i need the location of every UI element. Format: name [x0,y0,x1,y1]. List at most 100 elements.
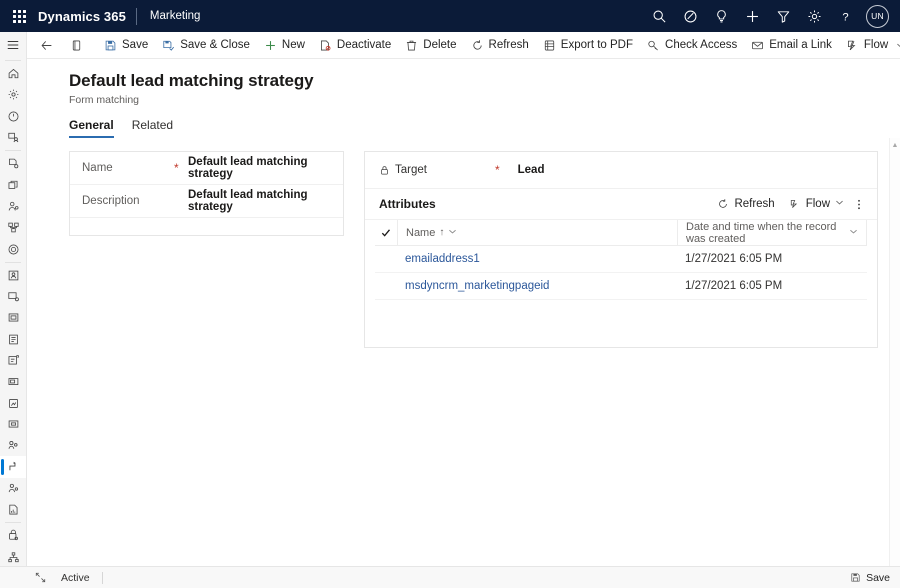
sidebar-item-marketing-form-fields[interactable] [0,350,26,371]
filter-icon[interactable] [768,0,799,32]
sidebar-item-website-visits[interactable] [0,414,26,435]
save-button[interactable]: Save [97,32,155,59]
tab-general[interactable]: General [69,118,114,138]
row-created-on: 1/27/2021 6:05 PM [685,280,783,292]
sort-ascending-icon: ↑ [439,227,445,238]
chevron-down-icon[interactable] [849,227,858,239]
app-name-label: Marketing [149,10,201,22]
delete-button-label: Delete [423,39,457,51]
lock-icon [379,165,390,176]
target-field-label: Target [395,164,427,176]
name-field-value[interactable]: Default lead matching strategy [188,156,331,180]
sidebar-item-social-posts[interactable] [0,435,26,456]
table-row[interactable]: emailaddress1 1/27/2021 6:05 PM [375,246,867,273]
chevron-down-icon[interactable] [448,227,457,239]
table-row[interactable]: msdyncrm_marketingpageid 1/27/2021 6:05 … [375,273,867,300]
sidebar-item-segments[interactable] [0,217,26,238]
sidebar-item-redirect-urls[interactable] [0,371,26,392]
sidebar-item-contacts-insights[interactable] [0,478,26,499]
app-bar-actions: ? UN [644,0,900,32]
select-all-checkbox[interactable] [375,228,397,238]
vertical-scrollbar[interactable]: ▲ [889,138,900,566]
sidebar-item-subscription-lists[interactable] [0,238,26,259]
sidebar-item-accounts[interactable] [0,174,26,195]
description-field-value[interactable]: Default lead matching strategy [188,189,331,213]
sidebar-item-pinned[interactable] [0,127,26,148]
sidebar-item-contacts[interactable] [0,196,26,217]
sidebar-item-marketing-emails[interactable] [0,286,26,307]
target-required-indicator: * [494,163,500,177]
column-header-name[interactable]: Name ↑ [397,219,677,246]
attributes-toolbar: Refresh Flow [710,192,867,216]
field-row-name: Name * Default lead matching strategy [70,152,343,185]
column-header-name-label: Name [406,226,436,239]
app-body: S Save Save & Close [0,32,900,566]
delete-button[interactable]: Delete [398,32,463,59]
attributes-flow-button[interactable]: Flow [782,192,851,216]
tab-related[interactable]: Related [132,118,173,138]
sitemap-toggle-icon[interactable] [0,32,26,58]
column-header-created-on[interactable]: Date and time when the record was create… [677,219,867,246]
attributes-title: Attributes [379,197,436,211]
sidebar-item-settings-advanced[interactable] [0,525,26,546]
general-section-card: Name * Default lead matching strategy De… [69,151,344,236]
email-a-link-label: Email a Link [769,39,832,51]
save-and-close-label: Save & Close [180,39,250,51]
expand-icon[interactable] [27,572,53,583]
sidebar-item-recent[interactable] [0,106,26,127]
focus-assist-icon[interactable] [675,0,706,32]
target-field-value[interactable]: Lead [518,164,545,176]
sidebar-item-marketing-pages[interactable] [0,307,26,328]
record-status-label: Active [61,571,90,584]
sidebar-item-form-matching-strategies[interactable] [0,456,26,478]
deactivate-button-label: Deactivate [336,39,392,51]
email-a-link-button[interactable]: Email a Link [744,32,839,59]
back-button[interactable] [31,32,62,59]
attributes-section-card: Target * Lead Attributes Refresh Flow Na… [364,151,878,348]
gear-icon[interactable] [799,0,830,32]
attributes-flow-label: Flow [805,198,830,210]
status-save-button[interactable]: Save [850,572,890,584]
sidebar-item-lead-scoring[interactable] [0,392,26,413]
attributes-refresh-label: Refresh [734,198,775,210]
row-name-link[interactable]: msdyncrm_marketingpageid [397,280,677,292]
sidebar-item-marketing-forms[interactable] [0,329,26,350]
plus-icon[interactable] [737,0,768,32]
refresh-button[interactable]: Refresh [464,32,536,59]
flow-button[interactable]: Flow [839,32,900,59]
name-field-label: Name [82,162,113,174]
export-to-pdf-button[interactable]: Export to PDF [536,32,640,59]
attributes-overflow-button[interactable] [851,192,867,216]
check-access-button[interactable]: Check Access [640,32,744,59]
attributes-refresh-button[interactable]: Refresh [710,192,781,216]
avatar[interactable]: UN [866,4,889,28]
sidebar-item-org-hierarchy[interactable] [0,547,26,566]
flow-button-label: Flow [863,39,889,51]
name-required-indicator: * [174,161,179,175]
lightbulb-icon[interactable] [706,0,737,32]
svg-text:?: ? [842,11,848,23]
sidebar-item-leads[interactable] [0,153,26,174]
scroll-up-icon[interactable]: ▲ [892,142,899,149]
sidebar-item-home[interactable] [0,63,26,84]
search-icon[interactable] [644,0,675,32]
row-created-on: 1/27/2021 6:05 PM [685,253,783,265]
sidebar-item-reports[interactable] [0,499,26,520]
new-button[interactable]: New [257,32,312,59]
rail-divider [5,261,21,263]
top-app-bar: Dynamics 365 Marketing ? UN [0,0,900,32]
save-and-close-button[interactable]: Save & Close [155,32,257,59]
deactivate-button[interactable]: Deactivate [312,32,398,59]
chevron-down-icon[interactable] [835,198,844,210]
help-icon[interactable]: ? [830,0,861,32]
brand-title: Dynamics 365 [38,8,126,24]
form-selector-button[interactable] [62,32,91,59]
sidebar-item-settings[interactable] [0,84,26,105]
chevron-down-icon[interactable] [896,41,900,50]
status-divider [101,571,103,584]
app-launcher-icon[interactable] [4,0,34,32]
sidebar-item-customer-journeys[interactable] [0,265,26,286]
row-name-link[interactable]: emailaddress1 [397,253,677,265]
sitemap-rail: S [0,32,27,566]
page-title: Default lead matching strategy [69,71,314,90]
